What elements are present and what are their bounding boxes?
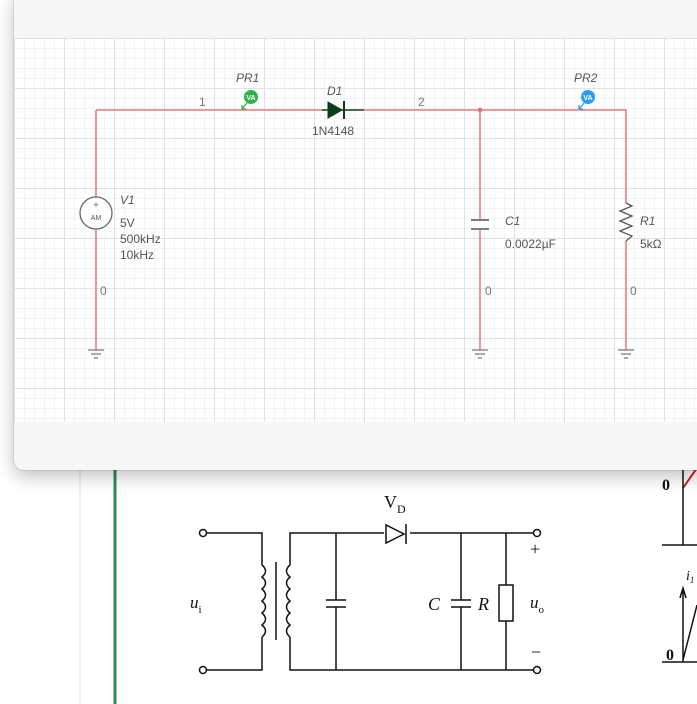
right-waveform-red xyxy=(682,467,697,489)
net-label-0-r1: 0 xyxy=(630,284,637,298)
probe-pr2-arrow-icon xyxy=(578,102,585,110)
diode-part-label: 1N4148 xyxy=(312,124,354,138)
probe-pr2[interactable]: PR2 VA xyxy=(574,71,598,110)
source-amplitude: 5V xyxy=(120,216,135,230)
ground-c1-icon xyxy=(472,349,488,359)
resistor-value: 5kΩ xyxy=(640,237,662,251)
probe-pr1[interactable]: PR1 VA xyxy=(236,71,259,110)
junction-dot xyxy=(477,107,483,113)
schematic-wires xyxy=(95,109,627,350)
capacitor-ref-label: C1 xyxy=(505,214,520,228)
output-terminal-bottom xyxy=(532,665,542,675)
output-terminal-top xyxy=(532,528,542,538)
source-carrier: 500kHz xyxy=(120,232,161,246)
shunt-capacitor xyxy=(326,533,346,670)
primary-coil xyxy=(260,564,267,638)
schematic-svg[interactable]: 1 2 0 0 0 PR1 VA PR2 VA D1 1N4148 + AM V… xyxy=(14,0,697,470)
diode-label: VD xyxy=(384,492,406,516)
probe-pr1-badge: VA xyxy=(246,95,255,102)
output-minus: − xyxy=(531,642,541,662)
input-label: ui xyxy=(190,593,202,616)
net-label-1: 1 xyxy=(199,95,206,109)
right-axis-zero-bottom: 0 xyxy=(666,647,674,664)
secondary-wire xyxy=(289,532,534,671)
textbook-capacitor-C xyxy=(451,533,471,670)
resistor-r1-icon xyxy=(618,202,634,242)
input-terminal-bottom xyxy=(198,665,208,675)
probe-pr1-arrow-icon xyxy=(241,102,248,110)
input-terminal-top xyxy=(198,528,208,538)
diode-d1[interactable]: D1 1N4148 xyxy=(312,84,364,138)
probe-pr2-badge: VA xyxy=(583,95,592,102)
textbook-diode-icon xyxy=(385,523,406,545)
net-label-0-v1: 0 xyxy=(100,284,107,298)
net-label-2: 2 xyxy=(418,95,425,109)
probe-pr1-label: PR1 xyxy=(236,71,259,85)
resistor-ref-label: R1 xyxy=(640,214,655,228)
capacitor-c1[interactable]: C1 0.0022µF xyxy=(471,214,556,251)
am-source-plus: + xyxy=(93,200,98,210)
output-label: uo xyxy=(530,593,545,616)
ground-v1-icon xyxy=(88,349,104,359)
res-label: R xyxy=(477,594,489,614)
source-v1[interactable]: + AM V1 5V 500kHz 10kHz xyxy=(79,193,161,262)
textbook-resistor-R xyxy=(498,584,514,622)
am-source-symbol: AM xyxy=(91,215,102,222)
cap-label: C xyxy=(428,594,441,614)
output-plus: + xyxy=(530,539,540,559)
net-label-0-c1: 0 xyxy=(485,284,492,298)
primary-wire xyxy=(207,532,263,671)
source-modulation: 10kHz xyxy=(120,248,154,262)
source-ref-label: V1 xyxy=(120,193,135,207)
simulator-window[interactable]: 1 2 0 0 0 PR1 VA PR2 VA D1 1N4148 + AM V… xyxy=(14,0,697,470)
right-current-label: i1 xyxy=(686,569,694,585)
secondary-coil xyxy=(285,564,292,638)
capacitor-value: 0.0022µF xyxy=(505,237,556,251)
right-axis-zero-top: 0 xyxy=(662,477,670,494)
ground-r1-icon xyxy=(618,349,634,359)
diode-ref-label: D1 xyxy=(327,84,342,98)
probe-pr2-label: PR2 xyxy=(574,71,598,85)
